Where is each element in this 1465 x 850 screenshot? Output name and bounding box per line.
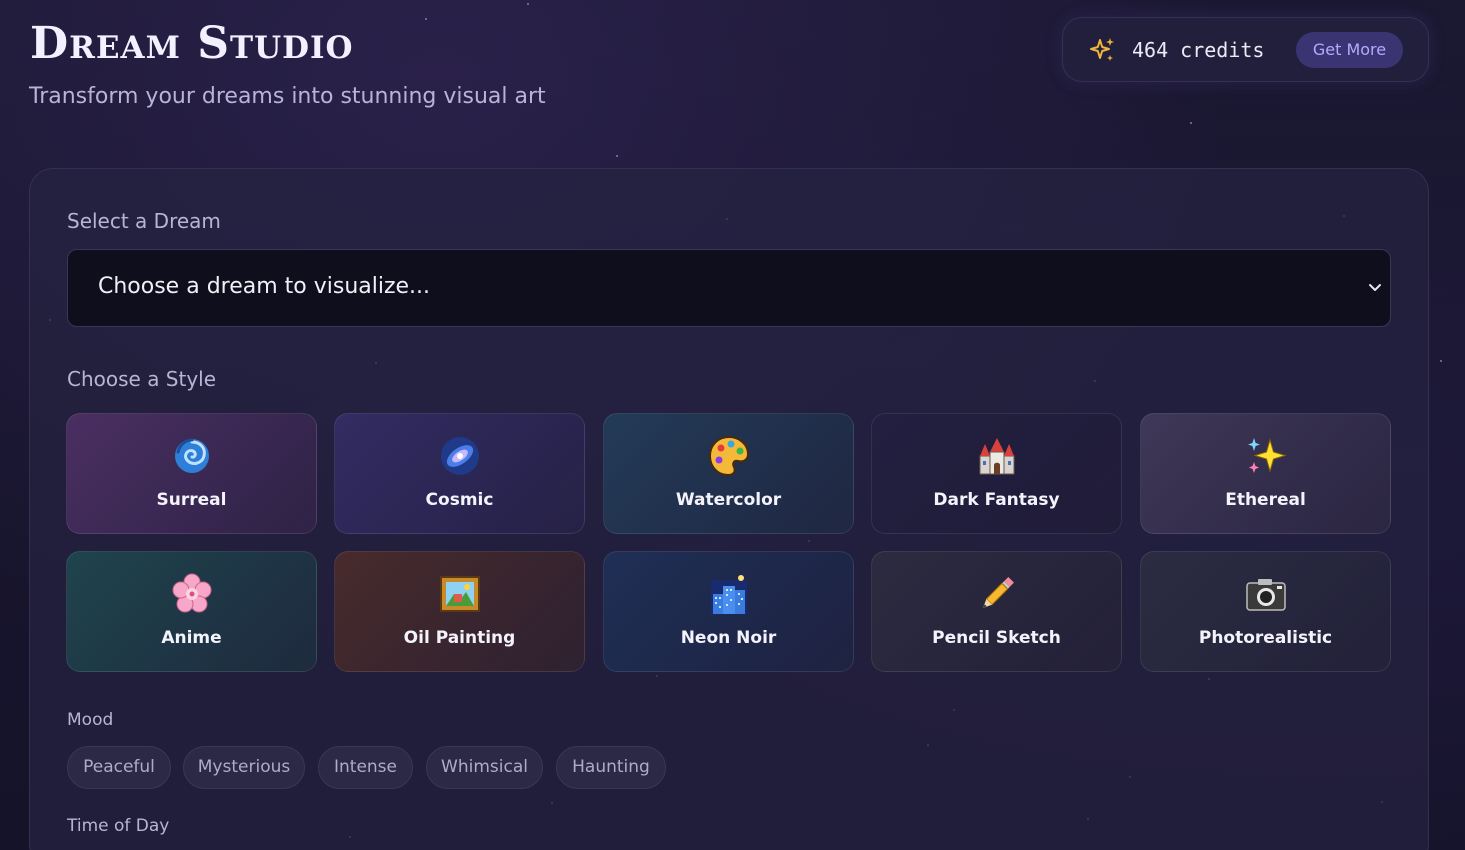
mood-chip-peaceful[interactable]: Peaceful <box>67 746 171 789</box>
chevron-down-icon <box>1369 284 1381 291</box>
style-card-cosmic[interactable]: Cosmic <box>334 413 585 534</box>
style-name: Cosmic <box>425 490 494 510</box>
get-more-credits-button[interactable]: Get More <box>1296 32 1403 68</box>
framed-picture-icon <box>439 576 480 612</box>
style-card-surreal[interactable]: Surreal <box>66 413 317 534</box>
cherry-blossom-icon <box>172 573 211 613</box>
style-name: Watercolor <box>675 490 782 510</box>
style-name: Neon Noir <box>680 628 777 648</box>
pencil-icon <box>982 577 1014 609</box>
mood-chip-intense[interactable]: Intense <box>318 746 413 789</box>
mood-chip-haunting[interactable]: Haunting <box>556 746 666 789</box>
camera-icon <box>1245 579 1286 611</box>
dream-select-dropdown[interactable]: Choose a dream to visualize... <box>67 249 1391 327</box>
style-name: Pencil Sketch <box>932 628 1061 648</box>
time-of-day-label: Time of Day <box>67 816 170 836</box>
select-dream-label: Select a Dream <box>67 209 221 233</box>
choose-style-label: Choose a Style <box>67 367 217 391</box>
mood-chip-whimsical[interactable]: Whimsical <box>426 746 543 789</box>
style-card-neon-noir[interactable]: Neon Noir <box>603 551 854 672</box>
credits-count: 464 credits <box>1132 38 1265 62</box>
app-title: Dream Studio <box>30 18 354 69</box>
sparkles-icon <box>1247 438 1287 473</box>
palette-icon <box>708 435 749 477</box>
style-name: Dark Fantasy <box>933 490 1060 510</box>
style-card-watercolor[interactable]: Watercolor <box>603 413 854 534</box>
style-card-pencil-sketch[interactable]: Pencil Sketch <box>871 551 1122 672</box>
style-card-oil-painting[interactable]: Oil Painting <box>334 551 585 672</box>
style-name: Photorealistic <box>1198 628 1333 648</box>
sparkles-icon <box>1090 38 1114 61</box>
mood-label: Mood <box>67 710 114 730</box>
cyclone-icon <box>174 438 209 473</box>
castle-icon <box>979 438 1014 475</box>
mood-chip-mysterious[interactable]: Mysterious <box>183 746 305 789</box>
dream-select-value: Choose a dream to visualize... <box>98 274 431 299</box>
app-subtitle: Transform your dreams into stunning visu… <box>29 84 546 109</box>
style-card-photorealistic[interactable]: Photorealistic <box>1140 551 1391 672</box>
galaxy-icon <box>440 437 479 475</box>
city-night-icon <box>710 575 747 614</box>
style-card-anime[interactable]: Anime <box>66 551 317 672</box>
style-card-ethereal[interactable]: Ethereal <box>1140 413 1391 534</box>
style-name: Oil Painting <box>403 628 516 648</box>
style-card-dark-fantasy[interactable]: Dark Fantasy <box>871 413 1122 534</box>
style-name: Ethereal <box>1225 490 1306 510</box>
style-name: Anime <box>161 628 222 648</box>
credits-widget: 464 credits Get More <box>1062 17 1429 82</box>
style-name: Surreal <box>156 490 227 510</box>
